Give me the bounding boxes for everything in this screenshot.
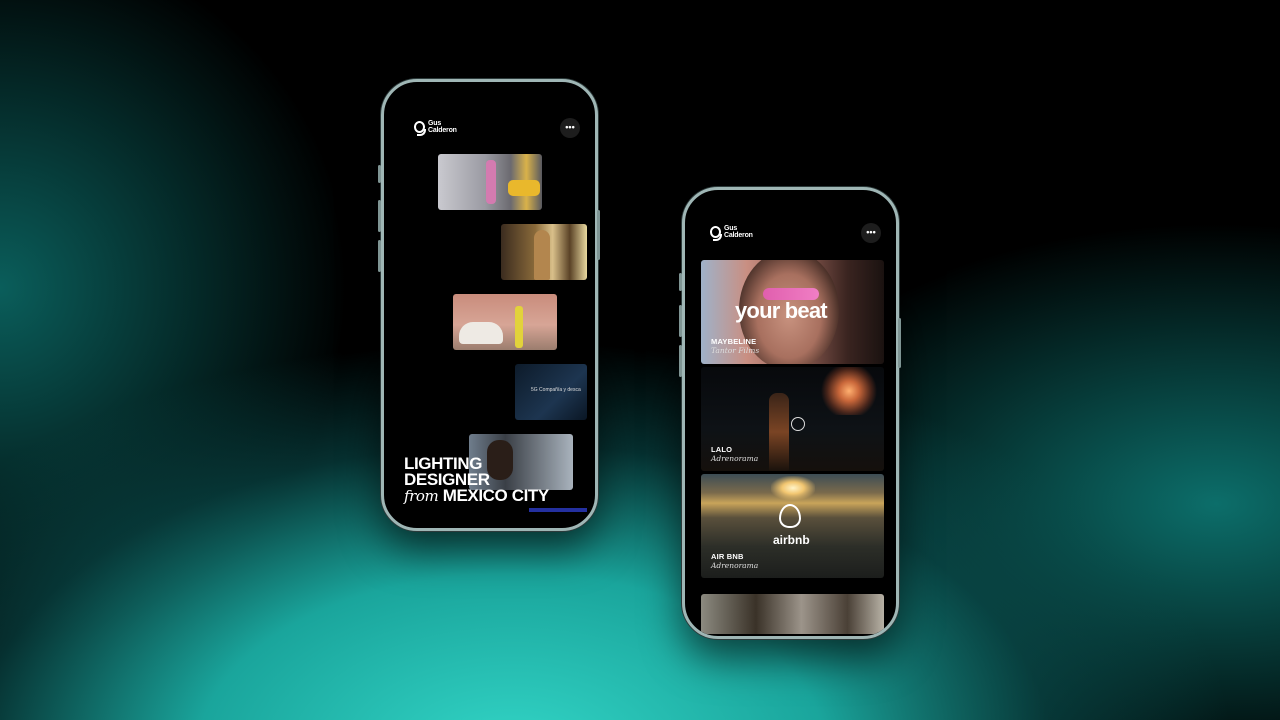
thumb-caption: 5G Compañía y desca xyxy=(531,387,581,393)
hero-headline: LIGHTING DESIGNER from MEXICO CITY xyxy=(404,455,550,505)
right-phone-button-1 xyxy=(679,273,682,291)
video-thumb-street[interactable] xyxy=(438,154,542,210)
headline-line3: MEXICO CITY xyxy=(442,486,550,505)
card-client: MAYBELINE xyxy=(711,337,757,346)
figure-yellow xyxy=(515,306,523,348)
performer-figure xyxy=(769,393,789,471)
project-card-lalo[interactable]: LALO Adrenorama xyxy=(701,367,884,471)
site-logo[interactable]: Gus Calderon xyxy=(414,120,457,136)
left-phone-button-3 xyxy=(378,240,381,272)
figure-pink xyxy=(486,160,496,204)
right-phone-button-4 xyxy=(898,318,901,368)
play-ring-icon[interactable] xyxy=(791,417,805,431)
taxi-car xyxy=(508,180,540,196)
bottom-strip xyxy=(529,508,587,512)
left-phone-button-4 xyxy=(597,210,600,260)
logo-line1: Gus xyxy=(428,120,442,127)
right-phone-button-2 xyxy=(679,305,682,337)
phone-right-screen: Gus Calderon ••• your beat MAYBELINE Tan… xyxy=(685,190,896,636)
brand-wordmark: airbnb xyxy=(773,533,810,547)
logo-g-icon xyxy=(414,121,426,136)
phone-left: Gus Calderon ••• 5G Compañía y desca LIG… xyxy=(381,79,598,531)
card-studio: Adrenorama xyxy=(711,561,759,570)
video-thumb-night[interactable]: 5G Compañía y desca xyxy=(515,364,587,420)
video-thumb-portrait[interactable] xyxy=(501,224,587,280)
figure-gold xyxy=(534,230,550,280)
phone-right: Gus Calderon ••• your beat MAYBELINE Tan… xyxy=(682,187,899,639)
card-studio: Tantor Films xyxy=(711,346,760,355)
project-card-airbnb[interactable]: airbnb AIR BNB Adrenorama xyxy=(701,474,884,578)
more-menu-button[interactable]: ••• xyxy=(861,223,881,243)
card-studio: Adrenorama xyxy=(711,454,759,463)
card-overlay-text: your beat xyxy=(735,298,828,323)
project-card-next[interactable] xyxy=(701,594,884,634)
logo-line1: Gus xyxy=(724,225,738,232)
white-car xyxy=(459,322,503,344)
logo-g-icon xyxy=(710,226,722,241)
video-thumb-beetle[interactable] xyxy=(453,294,557,350)
fireworks xyxy=(817,367,881,415)
left-phone-button-1 xyxy=(378,165,381,183)
logo-line2: Calderon xyxy=(724,232,753,239)
project-card-maybeline[interactable]: your beat MAYBELINE Tantor Films xyxy=(701,260,884,364)
airbnb-logo-icon xyxy=(779,504,801,528)
site-logo[interactable]: Gus Calderon xyxy=(710,225,753,241)
more-menu-button[interactable]: ••• xyxy=(560,118,580,138)
left-phone-button-2 xyxy=(378,200,381,232)
right-phone-button-3 xyxy=(679,345,682,377)
phone-left-screen: Gus Calderon ••• 5G Compañía y desca LIG… xyxy=(384,82,595,528)
headline-from: from xyxy=(404,487,439,505)
card-client: AIR BNB xyxy=(711,552,744,561)
card-client: LALO xyxy=(711,445,733,454)
sun-glow xyxy=(771,476,815,500)
logo-line2: Calderon xyxy=(428,127,457,134)
